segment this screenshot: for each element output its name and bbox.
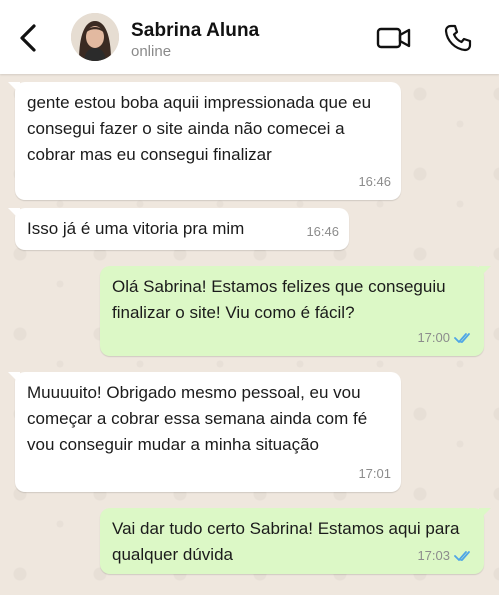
- message-time: 16:46: [358, 174, 391, 189]
- message-time: 17:00: [417, 330, 450, 345]
- avatar[interactable]: [71, 13, 119, 61]
- bubble-tail: [8, 372, 20, 384]
- chat-area[interactable]: gente estou boba aquii impressionada que…: [0, 74, 499, 595]
- contact-name[interactable]: Sabrina Aluna: [131, 20, 259, 42]
- video-call-button[interactable]: [374, 22, 414, 54]
- message-outgoing[interactable]: Olá Sabrina! Estamos felizes que consegu…: [100, 266, 491, 356]
- bubble-tail: [8, 82, 20, 94]
- message-outgoing[interactable]: Vai dar tudo certo Sabrina! Estamos aqui…: [100, 508, 491, 574]
- message-time: 17:01: [358, 466, 391, 481]
- chevron-left-icon: [20, 24, 36, 52]
- double-check-icon: [454, 333, 470, 343]
- message-incoming[interactable]: Muuuuito! Obrigado mesmo pessoal, eu vou…: [8, 372, 401, 492]
- double-check-icon: [454, 551, 470, 561]
- chat-header: Sabrina Aluna online: [0, 0, 499, 74]
- message-time: 17:03: [417, 548, 450, 563]
- video-camera-icon: [376, 27, 411, 49]
- bubble-tail: [8, 208, 20, 220]
- contact-status: online: [131, 43, 172, 60]
- avatar-photo: [71, 13, 119, 61]
- message-text: gente estou boba aquii impressionada que…: [27, 93, 372, 164]
- bubble-tail: [479, 508, 491, 520]
- message-time: 16:46: [306, 224, 339, 239]
- message-text: Muuuuito! Obrigado mesmo pessoal, eu vou…: [27, 383, 368, 454]
- message-incoming[interactable]: Isso já é uma vitoria pra mim 16:46: [8, 208, 349, 250]
- bubble-tail: [479, 266, 491, 278]
- voice-call-button[interactable]: [440, 20, 476, 56]
- message-text: Isso já é uma vitoria pra mim: [27, 219, 245, 238]
- phone-icon: [444, 24, 472, 52]
- back-button[interactable]: [10, 20, 46, 56]
- message-incoming[interactable]: gente estou boba aquii impressionada que…: [8, 82, 401, 200]
- message-text: Olá Sabrina! Estamos felizes que consegu…: [112, 277, 446, 322]
